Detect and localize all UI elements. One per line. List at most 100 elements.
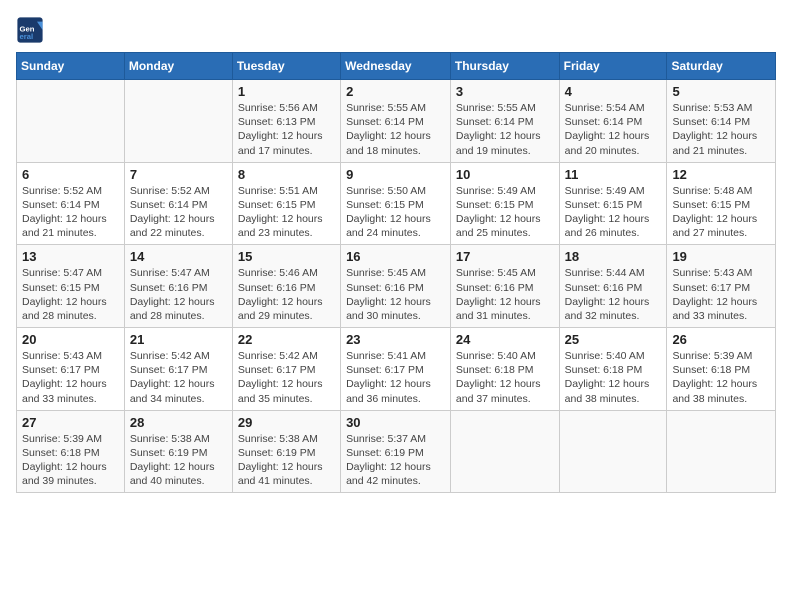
calendar-cell: 13Sunrise: 5:47 AM Sunset: 6:15 PM Dayli…: [17, 245, 125, 328]
day-info: Sunrise: 5:46 AM Sunset: 6:16 PM Dayligh…: [238, 266, 335, 323]
calendar-cell: 7 Sunrise: 5:52 AM Sunset: 6:14 PM Daylig…: [124, 162, 232, 245]
calendar-cell: 11 Sunrise: 5:49 AM Sunset: 6:15 PM Dayli…: [559, 162, 667, 245]
day-info: Sunrise: 5:48 AM Sunset: 6:15 PM Dayligh…: [672, 184, 770, 241]
day-info: Sunrise: 5:42 AM Sunset: 6:17 PM Dayligh…: [238, 349, 335, 406]
day-info: Sunrise: 5:47 AM Sunset: 6:16 PM Dayligh…: [130, 266, 227, 323]
day-info: Sunrise: 5:56 AM Sunset: 6:13 PM Dayligh…: [238, 101, 335, 158]
calendar-cell: [17, 80, 125, 163]
header-day-sunday: Sunday: [17, 53, 125, 80]
calendar-cell: 12 Sunrise: 5:48 AM Sunset: 6:15 PM Dayli…: [667, 162, 776, 245]
day-info: Sunrise: 5:40 AM Sunset: 6:18 PM Dayligh…: [565, 349, 662, 406]
calendar-cell: 26Sunrise: 5:39 AM Sunset: 6:18 PM Dayli…: [667, 328, 776, 411]
calendar-cell: 15 Sunrise: 5:46 AM Sunset: 6:16 PM Dayli…: [232, 245, 340, 328]
logo: Gen eral: [16, 16, 46, 44]
day-number: 19: [672, 249, 770, 264]
day-number: 5: [672, 84, 770, 99]
calendar-cell: 20Sunrise: 5:43 AM Sunset: 6:17 PM Dayli…: [17, 328, 125, 411]
calendar-cell: 27 Sunrise: 5:39 AM Sunset: 6:18 PM Dayli…: [17, 410, 125, 493]
calendar-cell: 14 Sunrise: 5:47 AM Sunset: 6:16 PM Dayli…: [124, 245, 232, 328]
day-number: 29: [238, 415, 335, 430]
day-number: 12: [672, 167, 770, 182]
day-info: Sunrise: 5:44 AM Sunset: 6:16 PM Dayligh…: [565, 266, 662, 323]
day-info: Sunrise: 5:52 AM Sunset: 6:14 PM Dayligh…: [22, 184, 119, 241]
day-number: 15: [238, 249, 335, 264]
day-number: 24: [456, 332, 554, 347]
day-info: Sunrise: 5:39 AM Sunset: 6:18 PM Dayligh…: [672, 349, 770, 406]
calendar-cell: 8 Sunrise: 5:51 AM Sunset: 6:15 PM Daylig…: [232, 162, 340, 245]
header-row: SundayMondayTuesdayWednesdayThursdayFrid…: [17, 53, 776, 80]
calendar-body: 1 Sunrise: 5:56 AM Sunset: 6:13 PM Daylig…: [17, 80, 776, 493]
day-number: 16: [346, 249, 445, 264]
day-info: Sunrise: 5:49 AM Sunset: 6:15 PM Dayligh…: [565, 184, 662, 241]
day-info: Sunrise: 5:45 AM Sunset: 6:16 PM Dayligh…: [456, 266, 554, 323]
day-number: 21: [130, 332, 227, 347]
day-info: Sunrise: 5:50 AM Sunset: 6:15 PM Dayligh…: [346, 184, 445, 241]
calendar-cell: 19 Sunrise: 5:43 AM Sunset: 6:17 PM Dayli…: [667, 245, 776, 328]
day-number: 4: [565, 84, 662, 99]
day-info: Sunrise: 5:49 AM Sunset: 6:15 PM Dayligh…: [456, 184, 554, 241]
header-day-wednesday: Wednesday: [341, 53, 451, 80]
day-number: 30: [346, 415, 445, 430]
day-info: Sunrise: 5:52 AM Sunset: 6:14 PM Dayligh…: [130, 184, 227, 241]
calendar-cell: 4 Sunrise: 5:54 AM Sunset: 6:14 PM Daylig…: [559, 80, 667, 163]
day-info: Sunrise: 5:53 AM Sunset: 6:14 PM Dayligh…: [672, 101, 770, 158]
calendar-cell: 21Sunrise: 5:42 AM Sunset: 6:17 PM Dayli…: [124, 328, 232, 411]
day-number: 8: [238, 167, 335, 182]
day-number: 1: [238, 84, 335, 99]
calendar-cell: 3Sunrise: 5:55 AM Sunset: 6:14 PM Daylig…: [450, 80, 559, 163]
calendar-cell: 23Sunrise: 5:41 AM Sunset: 6:17 PM Dayli…: [341, 328, 451, 411]
calendar-table: SundayMondayTuesdayWednesdayThursdayFrid…: [16, 52, 776, 493]
calendar-cell: 10 Sunrise: 5:49 AM Sunset: 6:15 PM Dayli…: [450, 162, 559, 245]
day-info: Sunrise: 5:55 AM Sunset: 6:14 PM Dayligh…: [346, 101, 445, 158]
calendar-cell: [450, 410, 559, 493]
calendar-cell: 18 Sunrise: 5:44 AM Sunset: 6:16 PM Dayli…: [559, 245, 667, 328]
day-info: Sunrise: 5:37 AM Sunset: 6:19 PM Dayligh…: [346, 432, 445, 489]
calendar-cell: 29 Sunrise: 5:38 AM Sunset: 6:19 PM Dayli…: [232, 410, 340, 493]
calendar-cell: 22 Sunrise: 5:42 AM Sunset: 6:17 PM Dayli…: [232, 328, 340, 411]
day-number: 22: [238, 332, 335, 347]
day-number: 7: [130, 167, 227, 182]
day-info: Sunrise: 5:38 AM Sunset: 6:19 PM Dayligh…: [238, 432, 335, 489]
calendar-week-5: 27 Sunrise: 5:39 AM Sunset: 6:18 PM Dayli…: [17, 410, 776, 493]
day-info: Sunrise: 5:40 AM Sunset: 6:18 PM Dayligh…: [456, 349, 554, 406]
page-header: Gen eral: [16, 16, 776, 44]
day-number: 6: [22, 167, 119, 182]
calendar-week-1: 1 Sunrise: 5:56 AM Sunset: 6:13 PM Daylig…: [17, 80, 776, 163]
calendar-cell: 16 Sunrise: 5:45 AM Sunset: 6:16 PM Dayli…: [341, 245, 451, 328]
day-info: Sunrise: 5:47 AM Sunset: 6:15 PM Dayligh…: [22, 266, 119, 323]
calendar-cell: 2 Sunrise: 5:55 AM Sunset: 6:14 PM Daylig…: [341, 80, 451, 163]
day-number: 25: [565, 332, 662, 347]
calendar-cell: 5 Sunrise: 5:53 AM Sunset: 6:14 PM Daylig…: [667, 80, 776, 163]
calendar-cell: 6 Sunrise: 5:52 AM Sunset: 6:14 PM Daylig…: [17, 162, 125, 245]
day-number: 10: [456, 167, 554, 182]
calendar-cell: [124, 80, 232, 163]
day-info: Sunrise: 5:43 AM Sunset: 6:17 PM Dayligh…: [672, 266, 770, 323]
calendar-cell: [559, 410, 667, 493]
day-info: Sunrise: 5:55 AM Sunset: 6:14 PM Dayligh…: [456, 101, 554, 158]
day-info: Sunrise: 5:54 AM Sunset: 6:14 PM Dayligh…: [565, 101, 662, 158]
day-number: 11: [565, 167, 662, 182]
header-day-saturday: Saturday: [667, 53, 776, 80]
calendar-cell: 9Sunrise: 5:50 AM Sunset: 6:15 PM Daylig…: [341, 162, 451, 245]
calendar-header: SundayMondayTuesdayWednesdayThursdayFrid…: [17, 53, 776, 80]
calendar-cell: 25 Sunrise: 5:40 AM Sunset: 6:18 PM Dayli…: [559, 328, 667, 411]
day-info: Sunrise: 5:51 AM Sunset: 6:15 PM Dayligh…: [238, 184, 335, 241]
day-info: Sunrise: 5:41 AM Sunset: 6:17 PM Dayligh…: [346, 349, 445, 406]
header-day-monday: Monday: [124, 53, 232, 80]
calendar-cell: 17Sunrise: 5:45 AM Sunset: 6:16 PM Dayli…: [450, 245, 559, 328]
day-info: Sunrise: 5:43 AM Sunset: 6:17 PM Dayligh…: [22, 349, 119, 406]
header-day-thursday: Thursday: [450, 53, 559, 80]
header-day-tuesday: Tuesday: [232, 53, 340, 80]
logo-icon: Gen eral: [16, 16, 44, 44]
header-day-friday: Friday: [559, 53, 667, 80]
calendar-cell: 28Sunrise: 5:38 AM Sunset: 6:19 PM Dayli…: [124, 410, 232, 493]
day-info: Sunrise: 5:38 AM Sunset: 6:19 PM Dayligh…: [130, 432, 227, 489]
day-number: 27: [22, 415, 119, 430]
svg-text:eral: eral: [20, 32, 34, 41]
day-info: Sunrise: 5:45 AM Sunset: 6:16 PM Dayligh…: [346, 266, 445, 323]
day-number: 2: [346, 84, 445, 99]
day-number: 18: [565, 249, 662, 264]
calendar-week-3: 13Sunrise: 5:47 AM Sunset: 6:15 PM Dayli…: [17, 245, 776, 328]
day-info: Sunrise: 5:39 AM Sunset: 6:18 PM Dayligh…: [22, 432, 119, 489]
day-number: 14: [130, 249, 227, 264]
